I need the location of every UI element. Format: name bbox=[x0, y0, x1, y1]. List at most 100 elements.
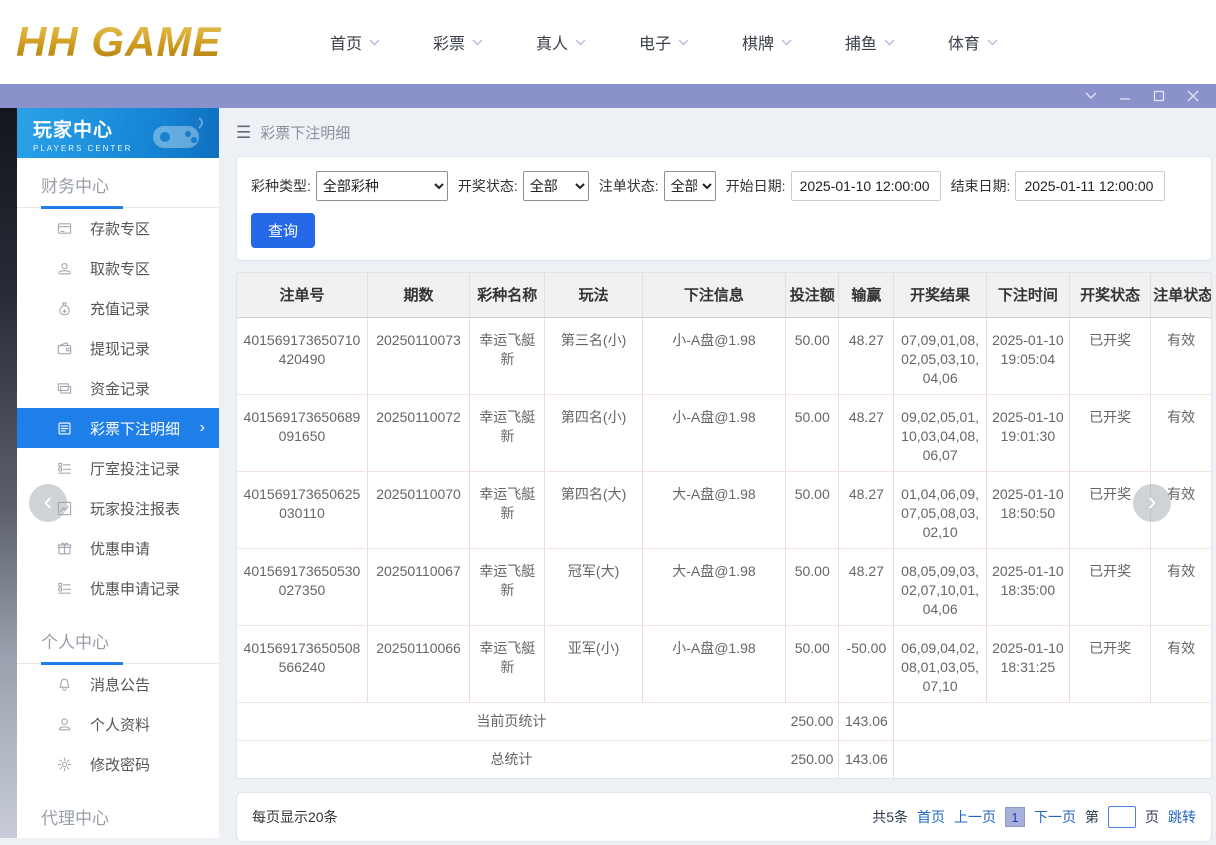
nav-item-6[interactable]: 体育 bbox=[948, 30, 998, 54]
sidebar-item-0-8[interactable]: 优惠申请 bbox=[17, 528, 219, 568]
sidebar-item-1-0[interactable]: 消息公告 bbox=[17, 664, 219, 704]
cell-r2-c1: 20250110070 bbox=[367, 471, 469, 548]
sidebar-item-0-9[interactable]: 优惠申请记录 bbox=[17, 568, 219, 608]
total-count: 共5条 bbox=[872, 807, 908, 827]
sidebar-item-0-6[interactable]: 厅室投注记录 bbox=[17, 448, 219, 488]
cell-r0-c7: 07,09,01,08,02,05,03,10,04,06 bbox=[894, 317, 986, 394]
sidebar-item-0-5[interactable]: 彩票下注明细› bbox=[17, 408, 219, 448]
next-page-link[interactable]: 下一页 bbox=[1034, 807, 1076, 827]
sidebar: 玩家中心 PLAYERS CENTER 财务中心存款专区取款专区充值记录提现记录… bbox=[17, 108, 219, 838]
nav-item-label: 首页 bbox=[330, 30, 362, 54]
table-row: 40156917365071042049020250110073幸运飞艇新第三名… bbox=[237, 317, 1211, 394]
prev-page-link[interactable]: 上一页 bbox=[954, 807, 996, 827]
cell-r1-c6: 48.27 bbox=[839, 394, 894, 471]
sidebar-item-0-1[interactable]: 取款专区 bbox=[17, 248, 219, 288]
nav-item-5[interactable]: 捕鱼 bbox=[845, 30, 895, 54]
nav-item-2[interactable]: 真人 bbox=[536, 30, 586, 54]
summary-bet-total: 250.00 bbox=[786, 702, 839, 740]
cell-r3-c2: 幸运飞艇新 bbox=[470, 548, 545, 625]
minimize-icon[interactable] bbox=[1118, 89, 1132, 103]
cell-r4-c7: 06,09,04,02,08,01,03,05,07,10 bbox=[894, 625, 986, 702]
table-row: 40156917365062503011020250110070幸运飞艇新第四名… bbox=[237, 471, 1211, 548]
sidebar-section-0: 财务中心存款专区取款专区充值记录提现记录资金记录彩票下注明细›厅室投注记录玩家投… bbox=[17, 166, 219, 608]
main-nav: 首页 彩票 真人 电子 棋牌 捕鱼 体育 bbox=[330, 30, 998, 54]
sidebar-item-0-0[interactable]: 存款专区 bbox=[17, 208, 219, 248]
close-icon[interactable] bbox=[1186, 89, 1200, 103]
first-page-link[interactable]: 首页 bbox=[917, 807, 945, 827]
order-status-select[interactable]: 全部 bbox=[664, 171, 716, 201]
start-date-input[interactable] bbox=[791, 171, 941, 201]
sidebar-section-title: 财务中心 bbox=[17, 166, 219, 208]
cell-r1-c10: 有效 bbox=[1151, 394, 1211, 471]
column-header-10: 注单状态 bbox=[1151, 273, 1211, 317]
column-header-1: 期数 bbox=[367, 273, 469, 317]
sidebar-section-1: 个人中心消息公告个人资料修改密码 bbox=[17, 622, 219, 784]
nav-item-label: 体育 bbox=[948, 30, 980, 54]
scroll-right-button[interactable]: › bbox=[1133, 484, 1171, 522]
workspace: 玩家中心 PLAYERS CENTER 财务中心存款专区取款专区充值记录提现记录… bbox=[0, 108, 1216, 845]
doc-icon bbox=[57, 421, 72, 436]
nav-item-0[interactable]: 首页 bbox=[330, 30, 380, 54]
nav-item-label: 电子 bbox=[639, 30, 671, 54]
scroll-left-button[interactable]: ‹ bbox=[29, 484, 67, 522]
search-button[interactable]: 查询 bbox=[251, 213, 315, 248]
end-date-input[interactable] bbox=[1015, 171, 1165, 201]
cell-r4-c8: 2025-01-10 18:31:25 bbox=[986, 625, 1069, 702]
chevron-down-icon bbox=[369, 33, 380, 51]
sidebar-item-label: 消息公告 bbox=[90, 674, 150, 695]
cell-r3-c5: 50.00 bbox=[786, 548, 839, 625]
nav-item-label: 捕鱼 bbox=[845, 30, 877, 54]
cell-r2-c3: 第四名(大) bbox=[545, 471, 642, 548]
start-date-label: 开始日期: bbox=[726, 176, 786, 196]
sidebar-item-1-1[interactable]: 个人资料 bbox=[17, 704, 219, 744]
cell-r2-c6: 48.27 bbox=[839, 471, 894, 548]
cell-r3-c6: 48.27 bbox=[839, 548, 894, 625]
nav-item-4[interactable]: 棋牌 bbox=[742, 30, 792, 54]
nav-item-1[interactable]: 彩票 bbox=[433, 30, 483, 54]
sidebar-item-label: 存款专区 bbox=[90, 218, 150, 239]
jump-page-input[interactable] bbox=[1108, 806, 1136, 828]
sidebar-item-0-3[interactable]: 提现记录 bbox=[17, 328, 219, 368]
list-icon bbox=[57, 461, 72, 476]
sidebar-item-0-2[interactable]: 充值记录 bbox=[17, 288, 219, 328]
maximize-icon[interactable] bbox=[1152, 89, 1166, 103]
jump-button[interactable]: 跳转 bbox=[1168, 807, 1196, 827]
cell-r2-c0: 401569173650625030110 bbox=[237, 471, 367, 548]
chevron-down-icon bbox=[575, 33, 586, 51]
sidebar-section-title: 代理中心 bbox=[17, 798, 219, 838]
sidebar-item-0-4[interactable]: 资金记录 bbox=[17, 368, 219, 408]
sidebar-section-title: 个人中心 bbox=[17, 622, 219, 664]
jump-prefix-label: 第 bbox=[1085, 807, 1099, 827]
bell-icon bbox=[57, 677, 72, 692]
cell-r1-c7: 09,02,05,01,10,03,04,08,06,07 bbox=[894, 394, 986, 471]
cell-r1-c8: 2025-01-10 19:01:30 bbox=[986, 394, 1069, 471]
pagination-bar: 每页显示20条 共5条 首页 上一页 1 下一页 第 页 跳转 bbox=[236, 792, 1212, 842]
cell-r0-c6: 48.27 bbox=[839, 317, 894, 394]
table-row: 40156917365053002735020250110067幸运飞艇新冠军(… bbox=[237, 548, 1211, 625]
page-title: 彩票下注明细 bbox=[260, 122, 350, 143]
current-page-badge[interactable]: 1 bbox=[1005, 807, 1025, 827]
summary-winloss-total: 143.06 bbox=[839, 702, 894, 740]
cell-r1-c3: 第四名(小) bbox=[545, 394, 642, 471]
summary-empty bbox=[894, 702, 1211, 740]
filter-panel: 彩种类型: 全部彩种 开奖状态: 全部 注单状态: 全部 bbox=[236, 156, 1212, 261]
cell-r3-c7: 08,05,09,03,02,07,10,01,04,06 bbox=[894, 548, 986, 625]
cell-r3-c1: 20250110067 bbox=[367, 548, 469, 625]
lottery-type-select[interactable]: 全部彩种 bbox=[316, 171, 448, 201]
draw-status-select[interactable]: 全部 bbox=[523, 171, 589, 201]
cell-r3-c8: 2025-01-10 18:35:00 bbox=[986, 548, 1069, 625]
chevron-down-icon[interactable] bbox=[1084, 89, 1098, 103]
end-date-label: 结束日期: bbox=[951, 176, 1011, 196]
nav-item-label: 真人 bbox=[536, 30, 568, 54]
hamburger-icon[interactable]: ☰ bbox=[236, 123, 251, 143]
sidebar-item-1-2[interactable]: 修改密码 bbox=[17, 744, 219, 784]
cell-r0-c8: 2025-01-10 19:05:04 bbox=[986, 317, 1069, 394]
chevron-down-icon bbox=[987, 33, 998, 51]
cell-r0-c5: 50.00 bbox=[786, 317, 839, 394]
per-page-label: 每页显示20条 bbox=[252, 807, 338, 827]
sidebar-item-label: 提现记录 bbox=[90, 338, 150, 359]
column-header-8: 下注时间 bbox=[986, 273, 1069, 317]
sidebar-item-label: 个人资料 bbox=[90, 714, 150, 735]
cell-r3-c0: 401569173650530027350 bbox=[237, 548, 367, 625]
nav-item-3[interactable]: 电子 bbox=[639, 30, 689, 54]
